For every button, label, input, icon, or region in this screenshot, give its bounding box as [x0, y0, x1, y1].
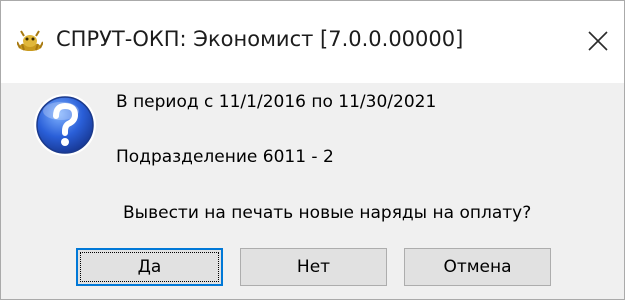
cancel-button[interactable]: Отмена	[404, 248, 551, 286]
yes-button-label: Да	[137, 257, 162, 277]
no-button-label: Нет	[296, 257, 331, 277]
yes-button[interactable]: Да	[76, 248, 223, 286]
title-bar[interactable]: СПРУТ-ОКП: Экономист [7.0.0.00000]	[1, 1, 624, 83]
window-title: СПРУТ-ОКП: Экономист [7.0.0.00000]	[56, 27, 464, 51]
question-icon	[31, 91, 99, 159]
department-text: Подразделение 6011 - 2	[116, 147, 334, 167]
sprut-app-icon	[16, 30, 44, 52]
dialog-content: В период с 11/1/2016 по 11/30/2021 Подра…	[1, 83, 624, 299]
cancel-button-label: Отмена	[443, 257, 512, 277]
close-icon[interactable]	[585, 28, 611, 54]
confirm-dialog: СПРУТ-ОКП: Экономист [7.0.0.00000] В пер…	[0, 0, 625, 300]
question-text: Вывести на печать новые наряды на оплату…	[123, 203, 532, 223]
no-button[interactable]: Нет	[240, 248, 387, 286]
period-text: В период с 11/1/2016 по 11/30/2021	[116, 92, 437, 112]
